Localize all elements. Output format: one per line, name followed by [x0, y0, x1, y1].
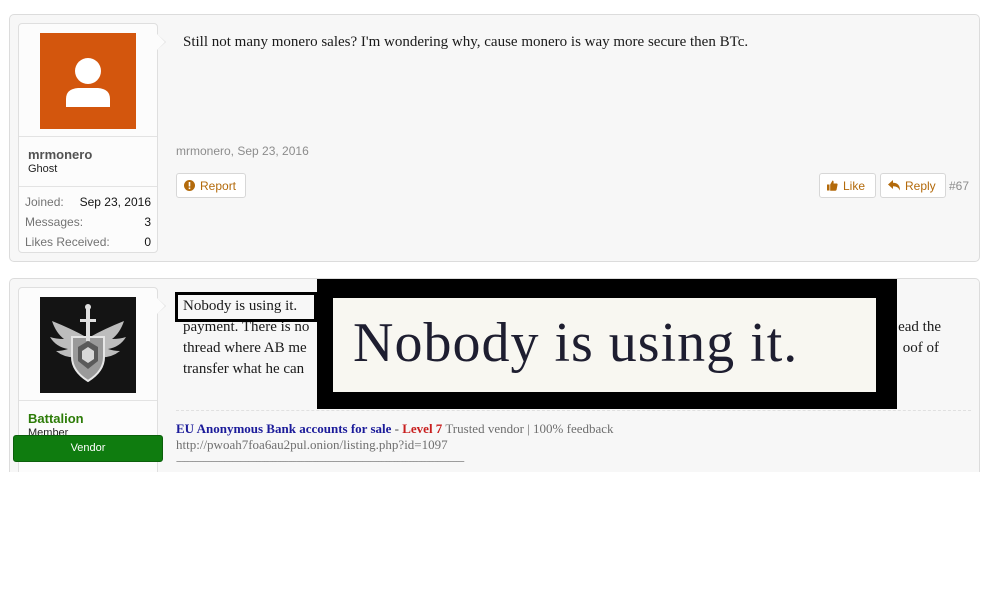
user-info-panel: mrmonero Ghost Joined: Sep 23, 2016 Mess… [18, 23, 166, 255]
thumbs-up-icon [827, 180, 838, 191]
post-number-link[interactable]: #67 [949, 179, 969, 193]
stat-label: Joined: [25, 195, 64, 209]
message-fragment: oof of [902, 340, 939, 356]
highlight-box [175, 292, 317, 322]
message-fragment: ead the [898, 319, 941, 335]
zoom-callout: Nobody is using it. [317, 279, 897, 409]
signature-divider: ----------------------------------------… [176, 455, 465, 467]
avatar[interactable] [40, 33, 136, 129]
stat-messages: Messages: 3 [25, 215, 151, 235]
signature-dash: - [391, 421, 403, 436]
user-stats: Joined: Sep 23, 2016 Messages: 3 Likes R… [19, 186, 157, 255]
username[interactable]: mrmonero [28, 147, 157, 162]
signature-rest: Trusted vendor | 100% feedback [442, 421, 614, 436]
user-name-area: Battalion Member [19, 400, 157, 439]
stat-label: Messages: [25, 215, 84, 229]
stat-value: 0 [144, 235, 151, 249]
message-fragment: thread where AB me [183, 340, 307, 356]
signature-url[interactable]: http://pwoah7foa6au2pul.onion/listing.ph… [176, 437, 776, 453]
like-button[interactable]: Like [819, 173, 876, 198]
stat-label: Likes Received: [25, 235, 110, 249]
stat-likes: Likes Received: 0 [25, 235, 151, 255]
avatar[interactable] [40, 297, 136, 393]
report-label: Report [200, 178, 237, 193]
post-67: mrmonero Ghost Joined: Sep 23, 2016 Mess… [9, 14, 980, 262]
stat-value[interactable]: 3 [144, 215, 151, 235]
signature: EU Anonymous Bank accounts for sale - Le… [176, 421, 776, 469]
signature-title[interactable]: EU Anonymous Bank accounts for sale [176, 421, 391, 436]
reply-label: Reply [905, 178, 936, 193]
user-name-area: mrmonero Ghost [19, 136, 157, 175]
stat-joined: Joined: Sep 23, 2016 [25, 195, 151, 215]
stat-value: Sep 23, 2016 [79, 195, 151, 209]
winged-shield-icon [50, 304, 126, 383]
report-button[interactable]: Report [176, 173, 246, 198]
reply-button[interactable]: Reply [880, 173, 946, 198]
zoom-callout-text: Nobody is using it. [353, 312, 799, 374]
zoom-callout-inner: Nobody is using it. [333, 298, 876, 392]
signature-separator [176, 410, 971, 411]
user-info-panel: Battalion Member Vendor [13, 287, 166, 472]
signature-level: Level 7 [402, 421, 443, 436]
username[interactable]: Battalion [28, 411, 157, 426]
reply-icon [888, 180, 900, 191]
like-label: Like [843, 178, 866, 193]
post-message: Still not many monero sales? I'm wonderi… [183, 34, 749, 50]
user-title: Ghost [28, 163, 58, 175]
default-user-icon [66, 58, 110, 107]
vendor-badge: Vendor [13, 435, 163, 462]
signature-line: EU Anonymous Bank accounts for sale - Le… [176, 421, 776, 437]
post-meta[interactable]: mrmonero, Sep 23, 2016 [176, 144, 309, 158]
warning-icon [184, 180, 195, 191]
